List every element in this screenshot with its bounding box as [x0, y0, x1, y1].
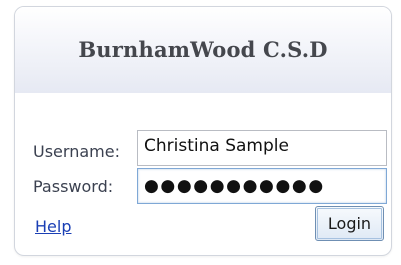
password-field[interactable]: ●●●●●●●●●●●	[137, 168, 387, 204]
help-link[interactable]: Help	[35, 217, 71, 236]
panel-header: BurnhamWood C.S.D	[15, 7, 391, 93]
panel-title: BurnhamWood C.S.D	[78, 37, 328, 62]
username-label: Username:	[33, 142, 120, 161]
username-field[interactable]: Christina Sample	[137, 130, 387, 166]
login-button[interactable]: Login	[315, 206, 384, 241]
password-masked-value: ●●●●●●●●●●●	[144, 176, 325, 196]
password-label: Password:	[33, 177, 114, 196]
